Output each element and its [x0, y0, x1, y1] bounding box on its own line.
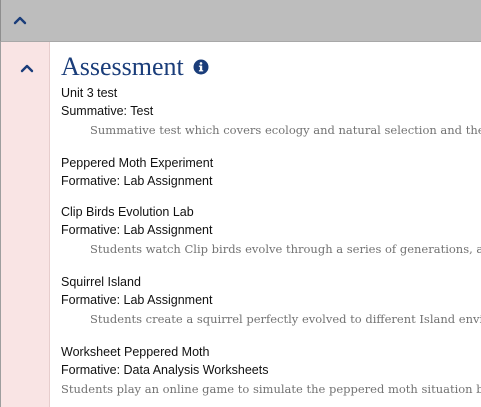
assessment-section: Assessment Unit 3 test Summative: Test S…: [61, 50, 481, 407]
assessment-item[interactable]: Clip Birds Evolution Lab Formative: Lab …: [61, 203, 481, 259]
info-icon[interactable]: [193, 59, 209, 75]
assessment-item[interactable]: Peppered Moth Experiment Formative: Lab …: [61, 154, 481, 190]
assessment-item[interactable]: Worksheet Peppered Moth Formative: Data …: [61, 343, 481, 399]
assessment-item-description: Students watch Clip birds evolve through…: [90, 242, 481, 256]
assessment-item-type: Formative: Data Analysis Worksheets: [61, 363, 269, 377]
assessment-item-description: Summative test which covers ecology and …: [90, 123, 481, 137]
assessment-item-type: Formative: Lab Assignment: [61, 293, 213, 307]
assessment-item-name[interactable]: Peppered Moth Experiment: [61, 154, 481, 172]
assessment-item-type: Formative: Lab Assignment: [61, 223, 213, 237]
assessment-item[interactable]: Unit 3 test Summative: Test Summative te…: [61, 84, 481, 140]
assessment-item-type: Formative: Lab Assignment: [61, 174, 213, 188]
section-header: Assessment: [61, 50, 481, 84]
section-left-strip: [0, 42, 50, 407]
assessment-item-description: Students play an online game to simulate…: [61, 382, 481, 396]
assessment-item-name[interactable]: Squirrel Island: [61, 273, 481, 291]
assessment-page: Assessment Unit 3 test Summative: Test S…: [0, 0, 481, 407]
assessment-item-name[interactable]: Unit 3 test: [61, 84, 481, 102]
assessment-item-type: Summative: Test: [61, 104, 154, 118]
collapsed-section-bar[interactable]: [0, 0, 481, 42]
section-title: Assessment: [61, 52, 184, 81]
assessment-item-name[interactable]: Clip Birds Evolution Lab: [61, 203, 481, 221]
chevron-up-icon[interactable]: [12, 13, 28, 27]
assessment-item[interactable]: Squirrel Island Formative: Lab Assignmen…: [61, 273, 481, 329]
assessment-item-name[interactable]: Worksheet Peppered Moth: [61, 343, 481, 361]
assessment-item-description: Students create a squirrel perfectly evo…: [90, 312, 481, 326]
assessment-list: Unit 3 test Summative: Test Summative te…: [61, 84, 481, 399]
chevron-up-icon[interactable]: [19, 62, 35, 74]
